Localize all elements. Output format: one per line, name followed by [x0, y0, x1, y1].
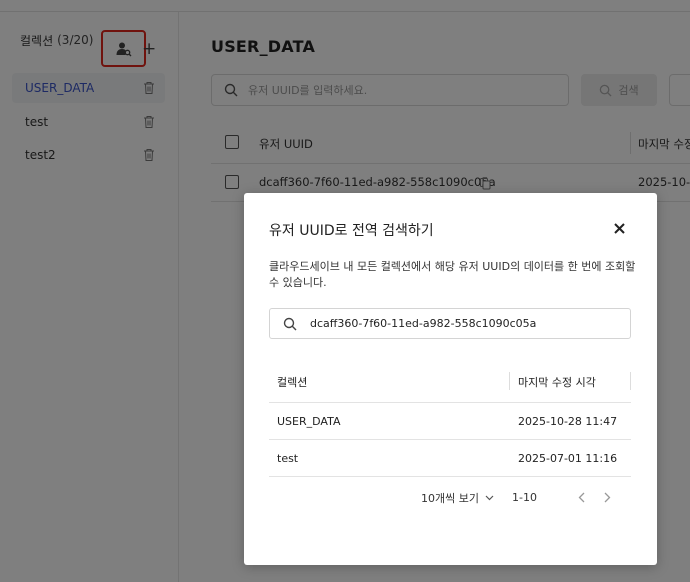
- close-icon: [613, 222, 625, 234]
- chevron-right-icon: [604, 492, 610, 502]
- column-divider: [509, 372, 510, 390]
- per-page-select[interactable]: 10개씩 보기: [421, 490, 494, 506]
- modal-description: 클라우드세이브 내 모든 컬렉션에서 해당 유저 UUID의 데이터를 한 번에…: [269, 260, 636, 289]
- global-search-modal: 유저 UUID로 전역 검색하기 클라우드세이브 내 모든 컬렉션에서 해당 유…: [244, 193, 657, 565]
- result-collection: test: [277, 452, 299, 465]
- chevron-left-icon: [578, 492, 584, 502]
- table-row[interactable]: test 2025-07-01 11:16: [269, 440, 631, 477]
- page-range: 1-10: [512, 491, 537, 504]
- modal-title: 유저 UUID로 전역 검색하기: [269, 223, 434, 239]
- pagination: 10개씩 보기 1-10: [269, 483, 631, 513]
- result-modified: 2025-10-28 11:47: [518, 415, 618, 428]
- result-modified: 2025-07-01 11:16: [518, 452, 618, 465]
- column-divider: [630, 372, 631, 390]
- result-collection: USER_DATA: [277, 415, 341, 428]
- chevron-down-icon: [485, 495, 494, 501]
- close-button[interactable]: [610, 219, 628, 237]
- previous-page-button[interactable]: [574, 488, 588, 506]
- modal-input-value: dcaff360-7f60-11ed-a982-558c1090c05a: [310, 317, 537, 330]
- next-page-button[interactable]: [600, 488, 614, 506]
- results-header: 컬렉션 마지막 수정 시각: [269, 359, 631, 403]
- per-page-label: 10개씩 보기: [421, 492, 479, 505]
- modal-uuid-input[interactable]: dcaff360-7f60-11ed-a982-558c1090c05a: [269, 308, 631, 339]
- column-header-modified-time: 마지막 수정 시각: [518, 376, 596, 389]
- table-row[interactable]: USER_DATA 2025-10-28 11:47: [269, 403, 631, 440]
- column-header-collection: 컬렉션: [277, 376, 308, 389]
- search-icon: [283, 317, 297, 330]
